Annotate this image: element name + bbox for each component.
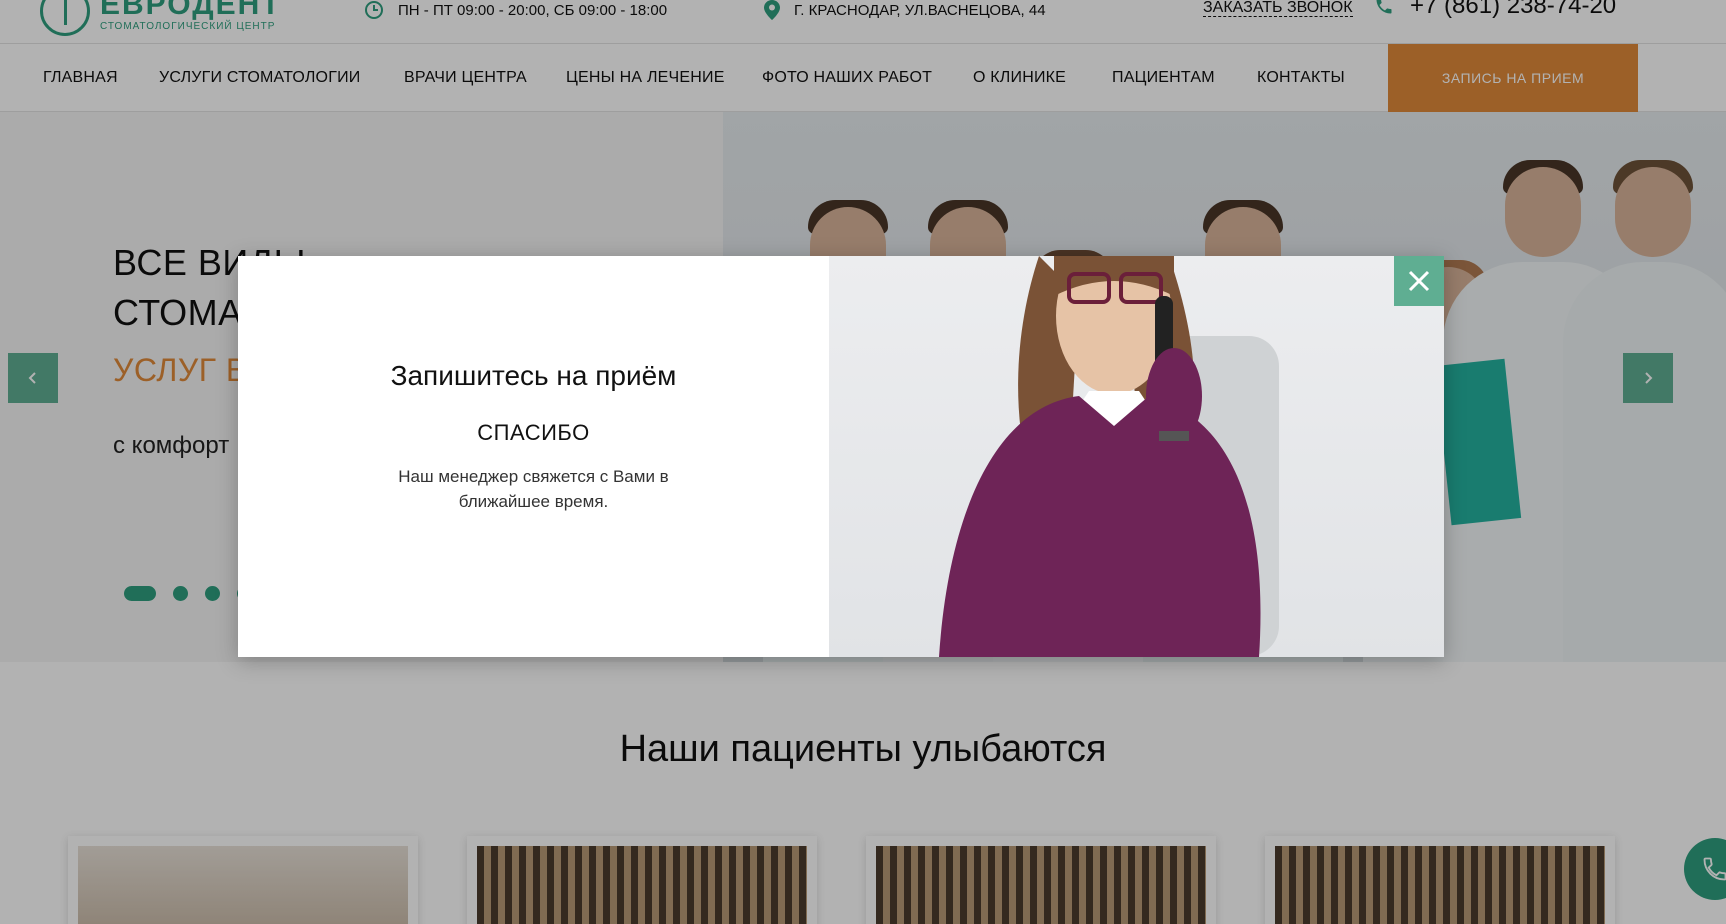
modal-close-button[interactable] — [1394, 256, 1444, 306]
receptionist-illustration — [939, 256, 1279, 657]
appointment-modal: Запишитесь на приём СПАСИБО Наш менеджер… — [238, 256, 1444, 657]
close-icon — [1408, 270, 1430, 292]
modal-content: Запишитесь на приём СПАСИБО Наш менеджер… — [238, 256, 829, 657]
receptionist-photo — [829, 256, 1444, 657]
modal-thanks: СПАСИБО — [477, 420, 590, 445]
modal-message: Наш менеджер свяжется с Вами в ближайшее… — [398, 467, 669, 511]
modal-title: Запишитесь на приём — [390, 360, 677, 391]
